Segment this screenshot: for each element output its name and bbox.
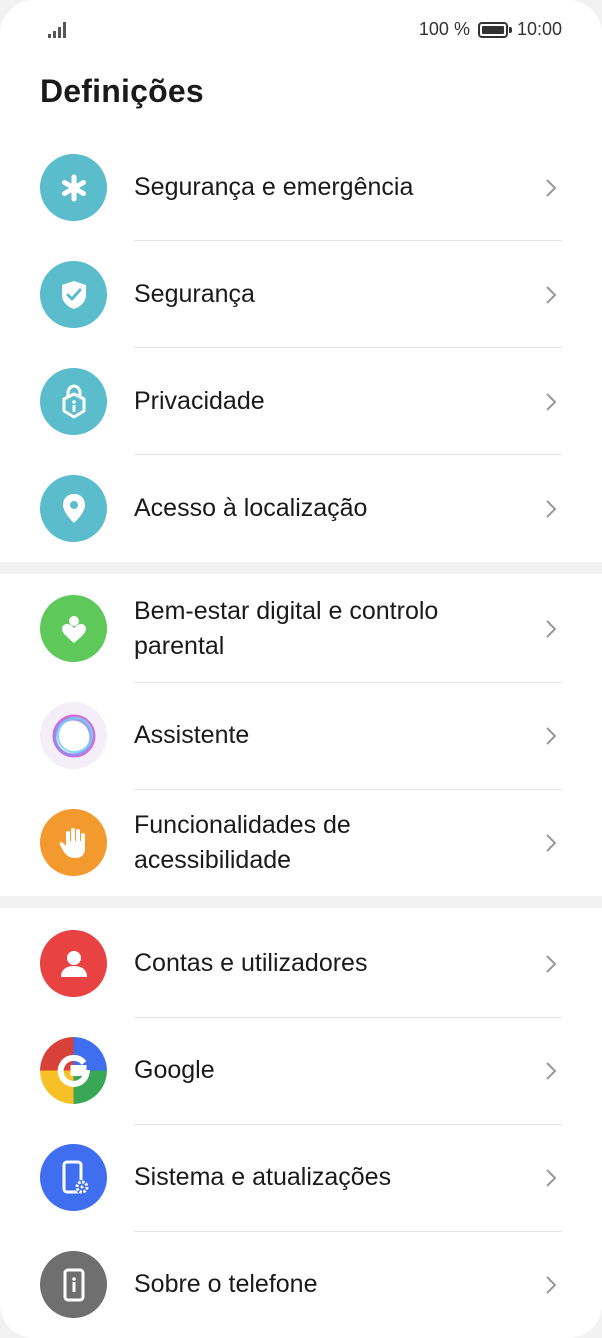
settings-item-label: Acesso à localização: [134, 494, 368, 522]
settings-item-google[interactable]: Google: [0, 1017, 602, 1125]
settings-item-system-updates[interactable]: Sistema e atualizações: [0, 1124, 602, 1232]
settings-item-label: Privacidade: [134, 387, 265, 415]
settings-item-label: Bem-estar digital e controlo parental: [134, 594, 532, 664]
chevron-right-icon: [546, 393, 557, 411]
location-pin-icon: [40, 475, 107, 542]
settings-item-about-phone[interactable]: Sobre o telefone: [0, 1231, 602, 1338]
hand-icon: [40, 809, 107, 876]
status-bar: 100 % 10:00: [0, 0, 602, 58]
chevron-right-icon: [546, 1276, 557, 1294]
clock: 10:00: [516, 19, 562, 39]
battery-icon: [477, 21, 512, 38]
label-line-2: parental: [134, 632, 225, 660]
phone-gear-icon: [40, 1144, 107, 1211]
settings-item-label: Assistente: [134, 721, 250, 749]
settings-item-accounts-users[interactable]: Contas e utilizadores: [0, 910, 602, 1018]
section-separator: [0, 896, 602, 908]
chevron-right-icon: [546, 286, 557, 304]
chevron-right-icon: [546, 727, 557, 745]
settings-item-label: Funcionalidades de acessibilidade: [134, 808, 532, 878]
page-title: Definições: [40, 73, 204, 109]
chevron-right-icon: [546, 834, 557, 852]
assistant-icon: [40, 702, 107, 769]
chevron-right-icon: [546, 1062, 557, 1080]
settings-item-label: Segurança: [134, 280, 255, 308]
chevron-right-icon: [546, 620, 557, 638]
phone-info-icon: [40, 1251, 107, 1318]
user-icon: [40, 930, 107, 997]
digital-wellbeing-icon: [40, 595, 107, 662]
shield-check-icon: [40, 261, 107, 328]
settings-item-label: Sobre o telefone: [134, 1270, 318, 1298]
chevron-right-icon: [546, 500, 557, 518]
google-icon: [40, 1037, 107, 1104]
label-line-2: acessibilidade: [134, 846, 292, 874]
privacy-lock-icon: [40, 368, 107, 435]
settings-group-security: Segurança e emergência Segurança Privaci…: [0, 134, 602, 562]
settings-group-wellbeing: Bem-estar digital e controlo parental As…: [0, 574, 602, 896]
chevron-right-icon: [546, 1169, 557, 1187]
chevron-right-icon: [546, 955, 557, 973]
battery-percentage: 100 %: [418, 19, 470, 39]
label-line-1: Bem-estar digital e controlo: [134, 597, 439, 625]
section-separator: [0, 562, 602, 574]
chevron-right-icon: [546, 179, 557, 197]
settings-item-digital-wellbeing[interactable]: Bem-estar digital e controlo parental: [0, 574, 602, 683]
settings-item-privacy[interactable]: Privacidade: [0, 348, 602, 455]
label-line-1: Funcionalidades de: [134, 811, 351, 839]
settings-item-label: Contas e utilizadores: [134, 949, 368, 977]
settings-item-label: Segurança e emergência: [134, 173, 414, 201]
settings-item-location-access[interactable]: Acesso à localização: [0, 455, 602, 562]
settings-item-accessibility[interactable]: Funcionalidades de acessibilidade: [0, 789, 602, 896]
asterisk-icon: [40, 154, 107, 221]
settings-item-security[interactable]: Segurança: [0, 241, 602, 348]
settings-screen: 100 % 10:00 Definições Segurança e emerg…: [0, 0, 602, 1338]
settings-group-system: Contas e utilizadores Google Sistema e a…: [0, 910, 602, 1338]
settings-item-assistant[interactable]: Assistente: [0, 682, 602, 790]
settings-item-label: Google: [134, 1056, 215, 1084]
settings-item-safety-emergency[interactable]: Segurança e emergência: [0, 134, 602, 241]
signal-icon: [48, 22, 66, 38]
settings-item-label: Sistema e atualizações: [134, 1163, 392, 1191]
